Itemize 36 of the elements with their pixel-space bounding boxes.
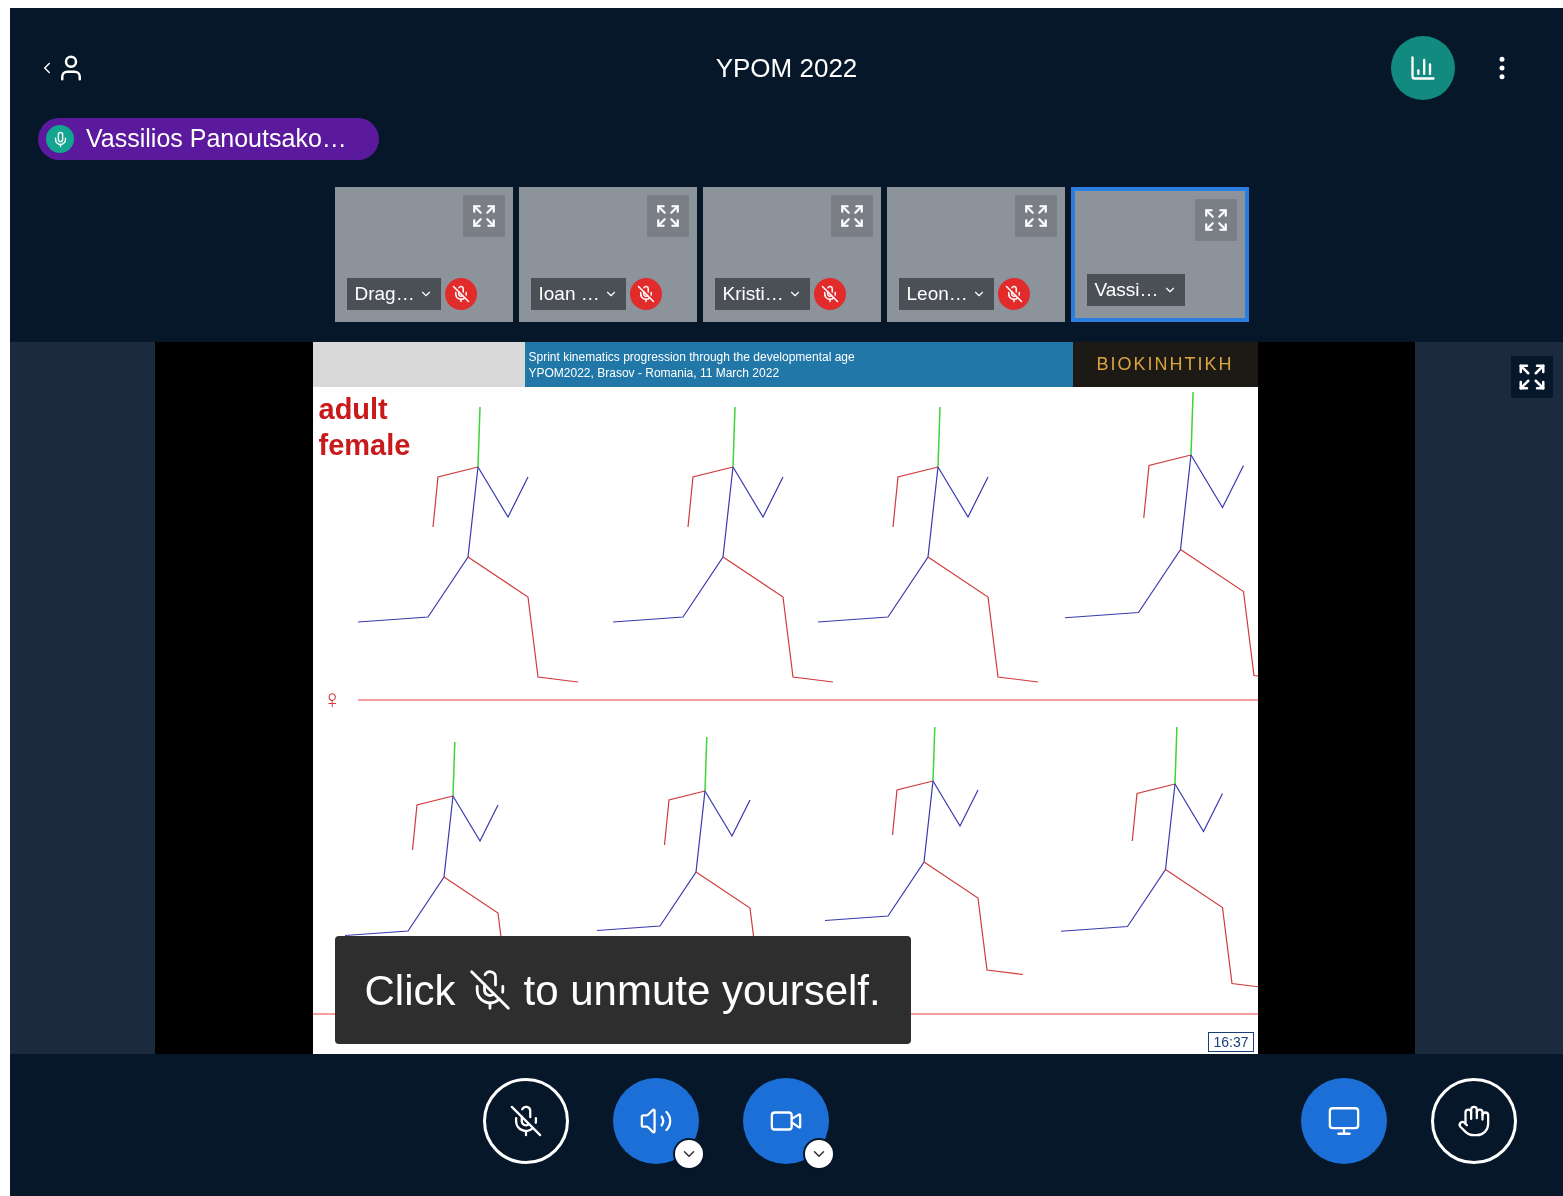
mic-off-icon [467, 968, 512, 1012]
hand-icon [1457, 1104, 1491, 1138]
meeting-title: YPOM 2022 [715, 51, 858, 85]
expand-icon[interactable] [462, 195, 505, 237]
webcam-tile[interactable]: Kristi… [702, 187, 881, 322]
raise-hand-button[interactable] [1431, 1078, 1517, 1164]
expand-icon[interactable] [830, 195, 873, 237]
expand-icon[interactable] [1014, 195, 1057, 237]
female-symbol: ♀ [322, 684, 342, 714]
mic-icon [46, 125, 74, 153]
banner-text: Sprint kinematics progression through the developmental age [528, 348, 856, 365]
slide-label: adult [318, 392, 389, 427]
tooltip-text: Click [364, 965, 456, 1016]
talking-indicator[interactable]: Vassilios Panoutsako… [38, 118, 379, 160]
fullscreen-icon[interactable] [1511, 356, 1553, 398]
expand-icon[interactable] [1194, 199, 1237, 241]
logo-text: BIOKINHTIKH [1072, 342, 1258, 387]
webcam-name-menu[interactable]: Vassi… [1086, 273, 1185, 306]
screen-icon [1327, 1104, 1361, 1138]
chevron-down-icon[interactable] [803, 1138, 835, 1170]
slide-label: female [318, 428, 411, 463]
tooltip-text: to unmute yourself. [523, 965, 881, 1016]
expand-icon[interactable] [646, 195, 689, 237]
mute-button[interactable] [483, 1078, 569, 1164]
webcam-tile[interactable]: Drag… [334, 187, 513, 322]
webcam-name-menu[interactable]: Ioan … [530, 277, 626, 310]
timestamp: 16:37 [1208, 1032, 1254, 1052]
webcam-tile[interactable]: Ioan … [518, 187, 697, 322]
webcam-name-menu[interactable]: Leon… [898, 277, 994, 310]
webcam-name-menu[interactable]: Kristi… [714, 277, 810, 310]
webcam-tile[interactable]: Leon… [886, 187, 1065, 322]
banner-text: YPOM2022, Brasov - Romania, 11 March 2022 [528, 364, 781, 381]
chevron-down-icon[interactable] [673, 1138, 705, 1170]
webcam-tile[interactable]: Vassi… [1070, 187, 1249, 322]
mic-icon [509, 1104, 543, 1138]
webcam-name-menu[interactable]: Drag… [346, 277, 441, 310]
